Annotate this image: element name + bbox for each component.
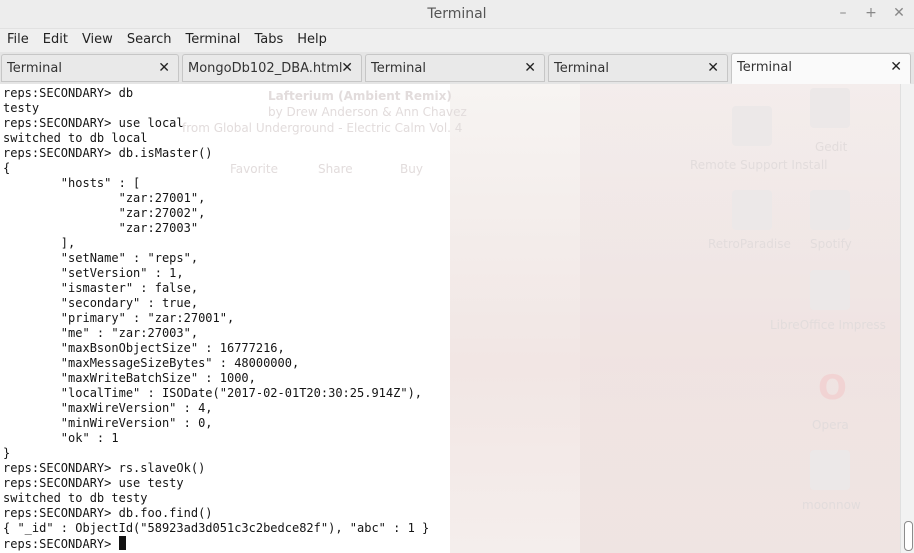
terminal-line: "maxBsonObjectSize" : 16777216,: [60, 341, 285, 355]
window-title: Terminal: [427, 6, 487, 22]
tab-label: Terminal: [554, 61, 609, 76]
minimize-button[interactable]: –: [836, 4, 850, 22]
terminal-line: "maxMessageSizeBytes" : 48000000,: [60, 356, 300, 370]
terminal-line: "ismaster" : false,: [60, 281, 199, 295]
ghost-icon-label: Gedit: [815, 140, 848, 154]
tab-label: Terminal: [371, 61, 426, 76]
terminal-line: reps:SECONDARY> db.isMaster(): [3, 146, 213, 160]
terminal-line: reps:SECONDARY> use local: [3, 116, 184, 130]
ghost-icon-label: Opera: [812, 418, 849, 432]
tab-close-icon[interactable]: ✕: [707, 60, 719, 76]
terminal-lines: reps:SECONDARY> db testy reps:SECONDARY>…: [3, 86, 429, 535]
terminal-line: switched to db local: [3, 131, 148, 145]
terminal-line: reps:SECONDARY> db.foo.find(): [3, 506, 213, 520]
menu-file[interactable]: File: [0, 29, 36, 51]
ghost-icon-label: Remote Support Install: [690, 158, 828, 172]
maximize-button[interactable]: +: [864, 4, 878, 22]
tab-bar: Terminal ✕ MongoDb102_DBA.html ✕ Termina…: [0, 52, 914, 84]
terminal-line: "me" : "zar:27003",: [60, 326, 199, 340]
terminal-line: reps:SECONDARY> db: [3, 86, 134, 100]
ghost-opera-logo: O: [818, 368, 847, 408]
menu-tabs[interactable]: Tabs: [247, 29, 290, 51]
terminal-line: reps:SECONDARY> rs.slaveOk(): [3, 461, 206, 475]
title-bar: Terminal – + ✕: [0, 0, 914, 29]
ghost-app-icon: [732, 190, 772, 230]
terminal-line: "secondary" : true,: [60, 296, 199, 310]
terminal-line: {: [3, 161, 11, 175]
terminal-line: "zar:27003": [118, 221, 199, 235]
text-cursor: [118, 536, 126, 550]
terminal-line: "zar:27001",: [118, 191, 206, 205]
ghost-icon-label: moonnow: [802, 498, 861, 512]
ghost-app-icon: [810, 190, 850, 230]
terminal-line: "setName" : "reps",: [60, 251, 199, 265]
window-controls: – + ✕: [836, 4, 906, 22]
ghost-app-icon: [810, 450, 850, 490]
menu-bar: File Edit View Search Terminal Tabs Help: [0, 29, 914, 51]
close-window-button[interactable]: ✕: [892, 4, 906, 22]
terminal-line: }: [3, 446, 11, 460]
terminal-output: reps:SECONDARY> db testy reps:SECONDARY>…: [3, 86, 429, 552]
tab-close-icon[interactable]: ✕: [890, 59, 902, 75]
tab-close-icon[interactable]: ✕: [158, 60, 170, 76]
terminal-line: { "_id" : ObjectId("58923ad3d051c3c2bedc…: [3, 521, 430, 535]
menu-help[interactable]: Help: [290, 29, 334, 51]
ghost-icon-label: LibreOffice Impress: [770, 318, 886, 332]
tab-terminal-1[interactable]: Terminal ✕: [1, 54, 179, 82]
terminal-prompt: reps:SECONDARY>: [3, 537, 119, 551]
terminal-line: "zar:27002",: [118, 206, 206, 220]
terminal-line: "maxWireVersion" : 4,: [60, 401, 213, 415]
terminal-line: "maxWriteBatchSize" : 1000,: [60, 371, 256, 385]
terminal-line: "minWireVersion" : 0,: [60, 416, 213, 430]
terminal-line: reps:SECONDARY> use testy: [3, 476, 184, 490]
tab-close-icon[interactable]: ✕: [341, 60, 353, 76]
background-decoration: Lafterium (Ambient Remix) by Drew Anders…: [182, 84, 900, 553]
tab-label: Terminal: [7, 61, 62, 76]
terminal-line: testy: [3, 101, 40, 115]
ghost-app-icon: [810, 88, 850, 128]
tab-terminal-active[interactable]: Terminal ✕: [731, 53, 911, 84]
terminal-line: switched to db testy: [3, 491, 148, 505]
terminal-line: "hosts" : [: [60, 176, 141, 190]
tab-mongodb-html[interactable]: MongoDb102_DBA.html ✕: [182, 54, 362, 82]
terminal-line: "setVersion" : 1,: [60, 266, 184, 280]
terminal-line: "ok" : 1: [60, 431, 119, 445]
tab-terminal-3[interactable]: Terminal ✕: [365, 54, 545, 82]
tab-close-icon[interactable]: ✕: [524, 60, 536, 76]
ghost-icon-label: RetroParadise: [708, 237, 791, 251]
tab-label: MongoDb102_DBA.html: [188, 61, 343, 76]
terminal-scrollbar[interactable]: [900, 84, 914, 553]
menu-edit[interactable]: Edit: [36, 29, 75, 51]
terminal-line: ],: [60, 236, 76, 250]
terminal-view[interactable]: Lafterium (Ambient Remix) by Drew Anders…: [0, 84, 900, 553]
menu-search[interactable]: Search: [120, 29, 179, 51]
tab-terminal-4[interactable]: Terminal ✕: [548, 54, 728, 82]
menu-view[interactable]: View: [75, 29, 120, 51]
menu-terminal[interactable]: Terminal: [178, 29, 247, 51]
ghost-icon-label: Spotify: [810, 237, 852, 251]
tab-label: Terminal: [737, 60, 792, 75]
terminal-line: "primary" : "zar:27001",: [60, 311, 235, 325]
ghost-app-icon: [810, 270, 850, 310]
scrollbar-thumb[interactable]: [904, 521, 913, 551]
ghost-app-icon: [732, 106, 772, 146]
terminal-line: "localTime" : ISODate("2017-02-01T20:30:…: [60, 386, 423, 400]
